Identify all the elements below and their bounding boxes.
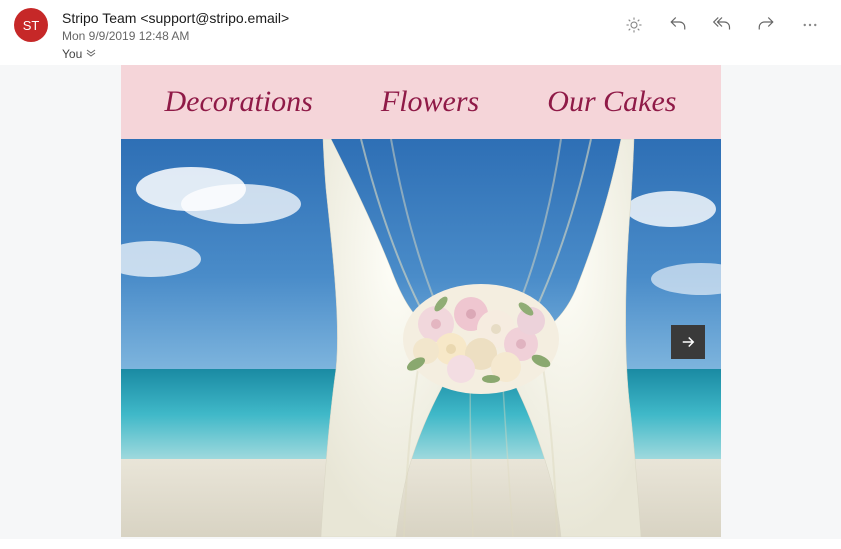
avatar: ST xyxy=(14,8,48,42)
reply-icon[interactable] xyxy=(667,14,689,36)
image-focus-arrow[interactable] xyxy=(671,325,705,359)
email-content: Decorations Flowers Our Cakes xyxy=(121,65,721,539)
date-line: Mon 9/9/2019 12:48 AM xyxy=(62,29,623,43)
recipient-line[interactable]: You xyxy=(62,47,623,61)
nav-cakes[interactable]: Our Cakes xyxy=(547,85,676,119)
reply-all-icon[interactable] xyxy=(711,14,733,36)
message-header: ST Stripo Team <support@stripo.email> Mo… xyxy=(0,0,841,65)
chevron-down-icon xyxy=(86,48,96,61)
more-actions-icon[interactable] xyxy=(799,14,821,36)
message-actions xyxy=(623,8,827,36)
sender-block: Stripo Team <support@stripo.email> Mon 9… xyxy=(62,8,623,61)
message-body: Decorations Flowers Our Cakes xyxy=(0,65,841,539)
recipient-label: You xyxy=(62,47,82,61)
hero-image xyxy=(121,139,721,537)
nav-decorations[interactable]: Decorations xyxy=(165,85,313,119)
email-nav-bar: Decorations Flowers Our Cakes xyxy=(121,65,721,139)
sender-line: Stripo Team <support@stripo.email> xyxy=(62,9,623,27)
nav-flowers[interactable]: Flowers xyxy=(381,85,479,119)
forward-icon[interactable] xyxy=(755,14,777,36)
sun-icon[interactable] xyxy=(623,14,645,36)
